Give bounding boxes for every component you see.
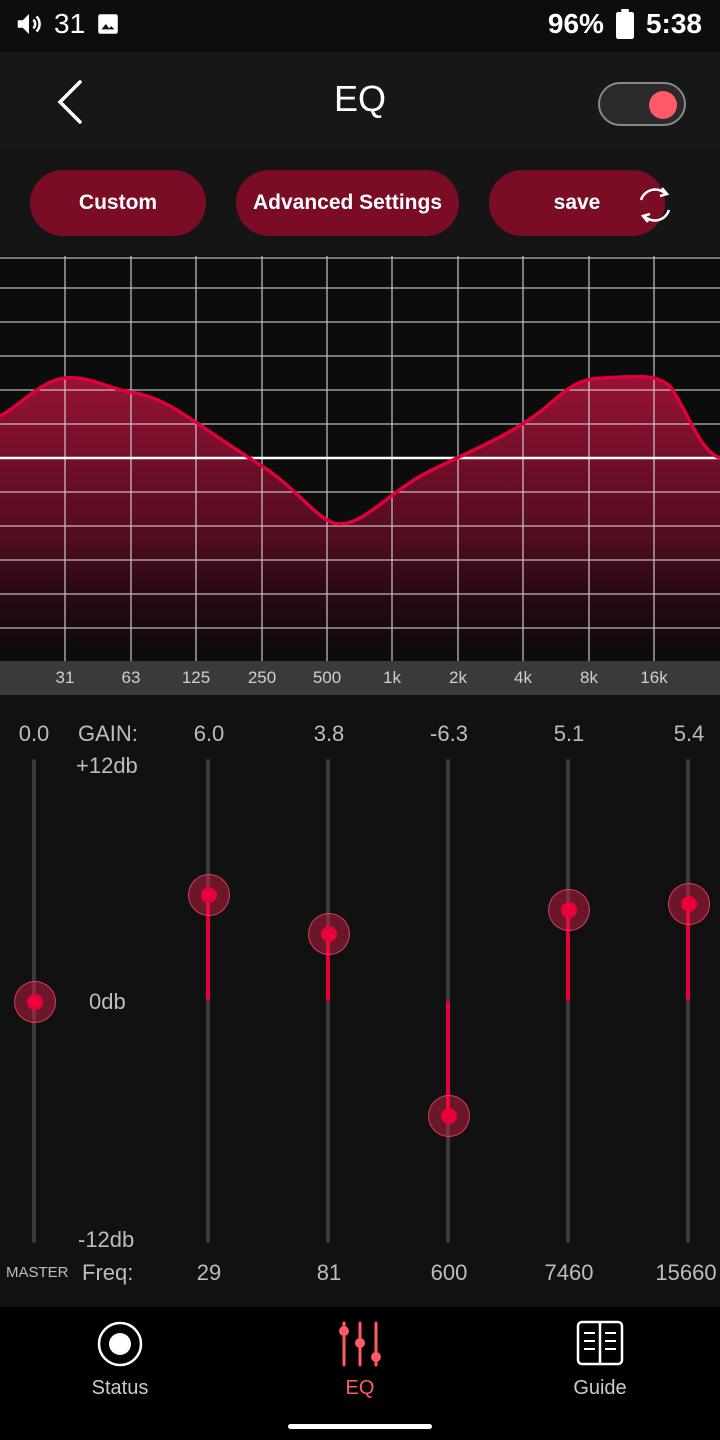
top-bar: EQ (0, 52, 720, 148)
band-frequency: 29 (196, 1260, 222, 1285)
status-right: 96% 5:38 (548, 8, 702, 40)
eq-response-graph (0, 256, 720, 661)
freq-tick: 8k (580, 668, 598, 687)
gain-zero-label: 0db (89, 989, 126, 1014)
image-icon (98, 14, 118, 34)
home-indicator[interactable] (288, 1424, 432, 1429)
book-icon (576, 1320, 624, 1366)
nav-status-label: Status (91, 1377, 149, 1399)
master-label: MASTER (6, 1264, 69, 1281)
freq-tick: 31 (55, 668, 75, 687)
band-slider-track[interactable] (206, 759, 210, 1243)
band-slider-track[interactable] (566, 759, 570, 1243)
freq-tick: 2k (449, 668, 467, 687)
band-frequency: 7460 (544, 1260, 594, 1285)
master-slider-handle[interactable] (14, 981, 56, 1023)
freq-tick: 125 (181, 668, 211, 687)
nav-eq-label: EQ (345, 1377, 375, 1399)
eq-curve-fill (0, 376, 720, 646)
gain-min-label: -12db (78, 1227, 135, 1252)
freq-tick: 250 (247, 668, 277, 687)
band-gain-value: 5.4 (673, 721, 705, 746)
status-bar: 31 96% 5:38 (0, 0, 720, 52)
gain-max-label: +12db (76, 753, 138, 778)
freq-label: Freq: (82, 1260, 134, 1285)
band-slider-handle[interactable] (548, 889, 590, 931)
freq-tick: 500 (312, 668, 342, 687)
freq-tick: 1k (383, 668, 401, 687)
action-buttons-row: Custom Advanced Settings save (0, 148, 720, 256)
freq-tick: 16k (640, 668, 668, 687)
eq-power-toggle[interactable] (598, 82, 686, 126)
equalizer-icon (339, 1321, 381, 1367)
refresh-icon[interactable] (632, 182, 678, 228)
status-left: 31 (14, 8, 121, 40)
band-slider-handle[interactable] (188, 874, 230, 916)
eq-curve-chart (0, 256, 720, 661)
advanced-settings-button[interactable]: Advanced Settings (236, 170, 459, 236)
band-gain-value: 3.8 (313, 721, 345, 746)
bottom-navigation: Status EQ Guide (0, 1307, 720, 1440)
volume-icon (17, 14, 41, 34)
nav-status[interactable]: Status (0, 1307, 240, 1417)
freq-tick: 63 (121, 668, 141, 687)
band-slider-handle[interactable] (308, 913, 350, 955)
gain-label: GAIN: (78, 721, 138, 746)
graph-frequency-axis: 31 63 125 250 500 1k 2k 4k 8k 16k (0, 661, 720, 695)
band-gain-value: 6.0 (193, 721, 225, 746)
custom-preset-button[interactable]: Custom (30, 170, 206, 236)
band-slider-track[interactable] (686, 759, 690, 1243)
eq-sliders-panel: 0.0 MASTER GAIN: +12db 0db -12db Freq: 6… (0, 695, 720, 1307)
band-slider-handle[interactable] (668, 883, 710, 925)
band-frequency: 600 (430, 1260, 468, 1285)
freq-tick: 4k (514, 668, 532, 687)
band-frequency: 15660 (655, 1260, 717, 1285)
nav-guide[interactable]: Guide (480, 1307, 720, 1417)
nav-eq[interactable]: EQ (240, 1307, 480, 1417)
band-slider-track[interactable] (326, 759, 330, 1243)
status-icon (97, 1321, 143, 1367)
band-slider-handle[interactable] (428, 1095, 470, 1137)
notification-count: 31 (54, 8, 86, 39)
nav-guide-label: Guide (573, 1377, 627, 1399)
battery-percent: 96% (547, 8, 604, 39)
band-frequency: 81 (316, 1260, 342, 1285)
battery-icon (615, 9, 634, 39)
band-gain-value: 5.1 (553, 721, 585, 746)
clock: 5:38 (645, 8, 702, 39)
master-value: 0.0 (18, 721, 50, 746)
band-gain-value: -6.3 (430, 721, 468, 746)
toggle-knob (649, 91, 677, 119)
